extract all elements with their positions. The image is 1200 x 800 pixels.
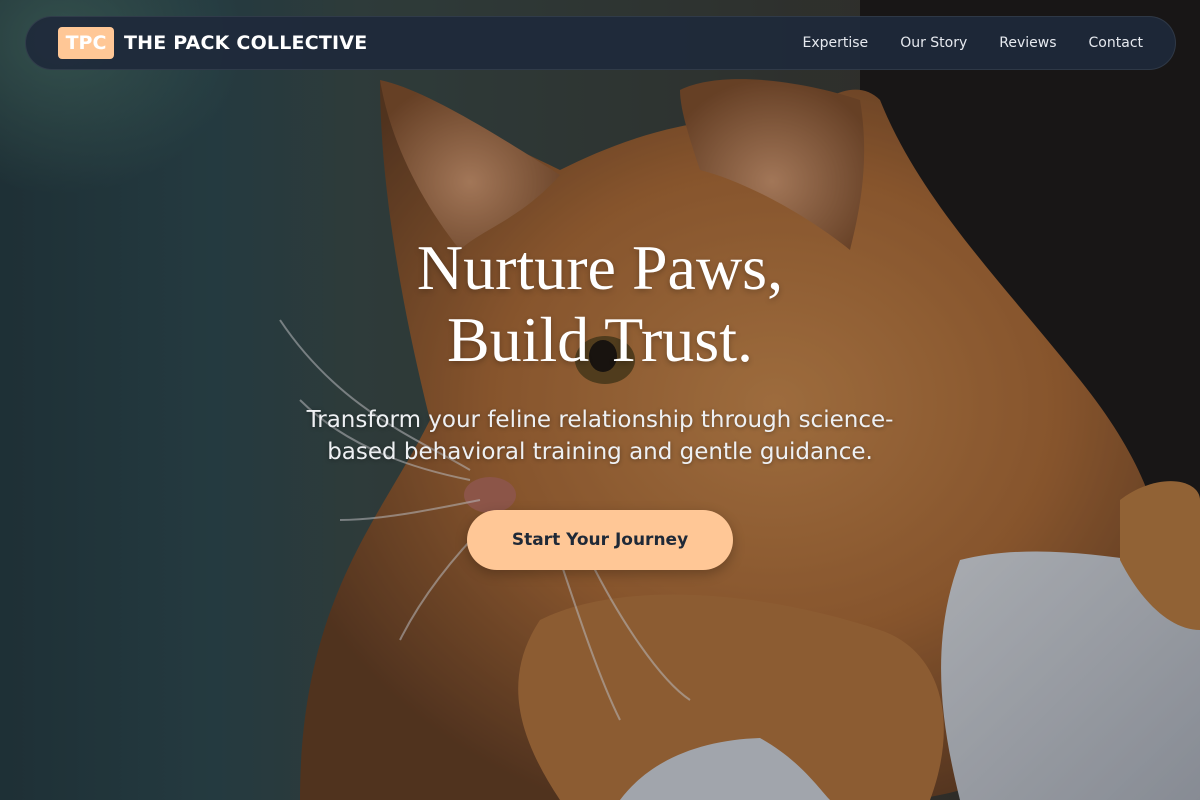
nav-link-our-story[interactable]: Our Story bbox=[900, 35, 967, 51]
brand-name: THE PACK COLLECTIVE bbox=[124, 32, 368, 54]
hero-section: Nurture Paws, Build Trust. Transform you… bbox=[0, 0, 1200, 800]
brand-badge: TPC bbox=[58, 27, 114, 59]
nav-link-expertise[interactable]: Expertise bbox=[803, 35, 869, 51]
hero-title: Nurture Paws, Build Trust. bbox=[417, 232, 783, 376]
hero-subtitle: Transform your feline relationship throu… bbox=[306, 407, 894, 465]
nav-link-reviews[interactable]: Reviews bbox=[999, 35, 1056, 51]
start-journey-button[interactable]: Start Your Journey bbox=[467, 510, 733, 570]
nav-link-contact[interactable]: Contact bbox=[1089, 35, 1143, 51]
hero-title-line-1: Nurture Paws, bbox=[416, 232, 784, 303]
nav-links: Expertise Our Story Reviews Contact bbox=[803, 35, 1144, 51]
brand-logo[interactable]: TPC THE PACK COLLECTIVE bbox=[58, 27, 367, 59]
top-navigation-bar: TPC THE PACK COLLECTIVE Expertise Our St… bbox=[25, 16, 1176, 70]
hero-title-line-2: Build Trust. bbox=[447, 304, 753, 375]
